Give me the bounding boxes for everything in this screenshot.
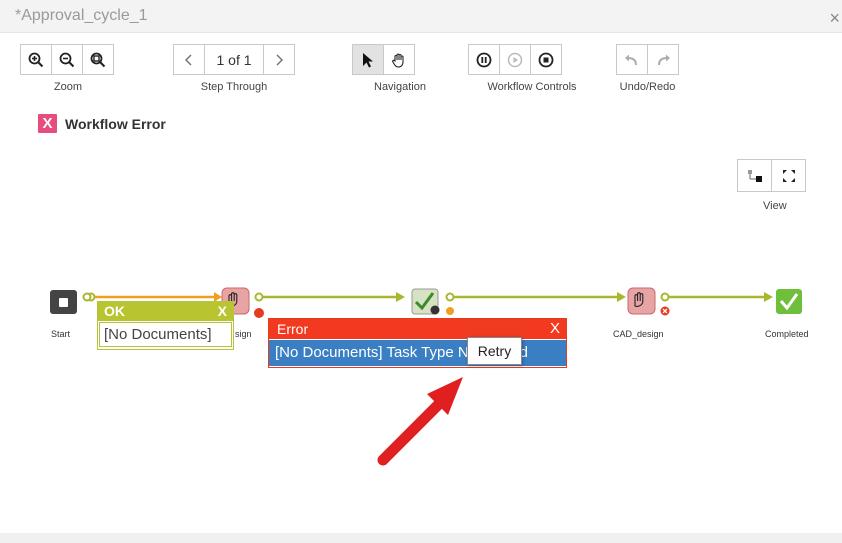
start-node-icon xyxy=(50,290,77,314)
workflow-diagram xyxy=(50,287,802,466)
start-node-label: Start xyxy=(51,329,71,339)
retry-tooltip[interactable]: Retry xyxy=(467,337,522,365)
connector-design-task xyxy=(254,292,405,302)
connector-task-cad xyxy=(445,292,626,302)
error-popup-close-icon[interactable]: X xyxy=(550,320,560,337)
ok-popup-title: OK xyxy=(104,303,125,319)
ok-popup-close-icon[interactable]: X xyxy=(218,303,227,319)
completed-node-icon xyxy=(776,289,802,314)
design-node-label-fragment: sign xyxy=(235,329,252,339)
connector-cad-completed xyxy=(660,292,773,302)
error-popup: Error X [No Documents] Task Type Not Fou… xyxy=(268,318,567,368)
cad-design-node-label: CAD_design xyxy=(613,329,664,339)
red-annotation-arrow xyxy=(377,377,463,466)
completed-node-label: Completed xyxy=(765,329,809,339)
cad-design-node-icon xyxy=(627,287,670,316)
error-popup-title: Error xyxy=(277,321,309,337)
ok-popup: OK X [No Documents] xyxy=(97,301,234,350)
task-node-icon xyxy=(411,288,454,315)
bottom-bar xyxy=(0,533,842,543)
ok-popup-header: OK X xyxy=(98,302,233,321)
error-popup-header: Error X xyxy=(269,319,566,339)
ok-popup-body: [No Documents] xyxy=(99,322,232,347)
